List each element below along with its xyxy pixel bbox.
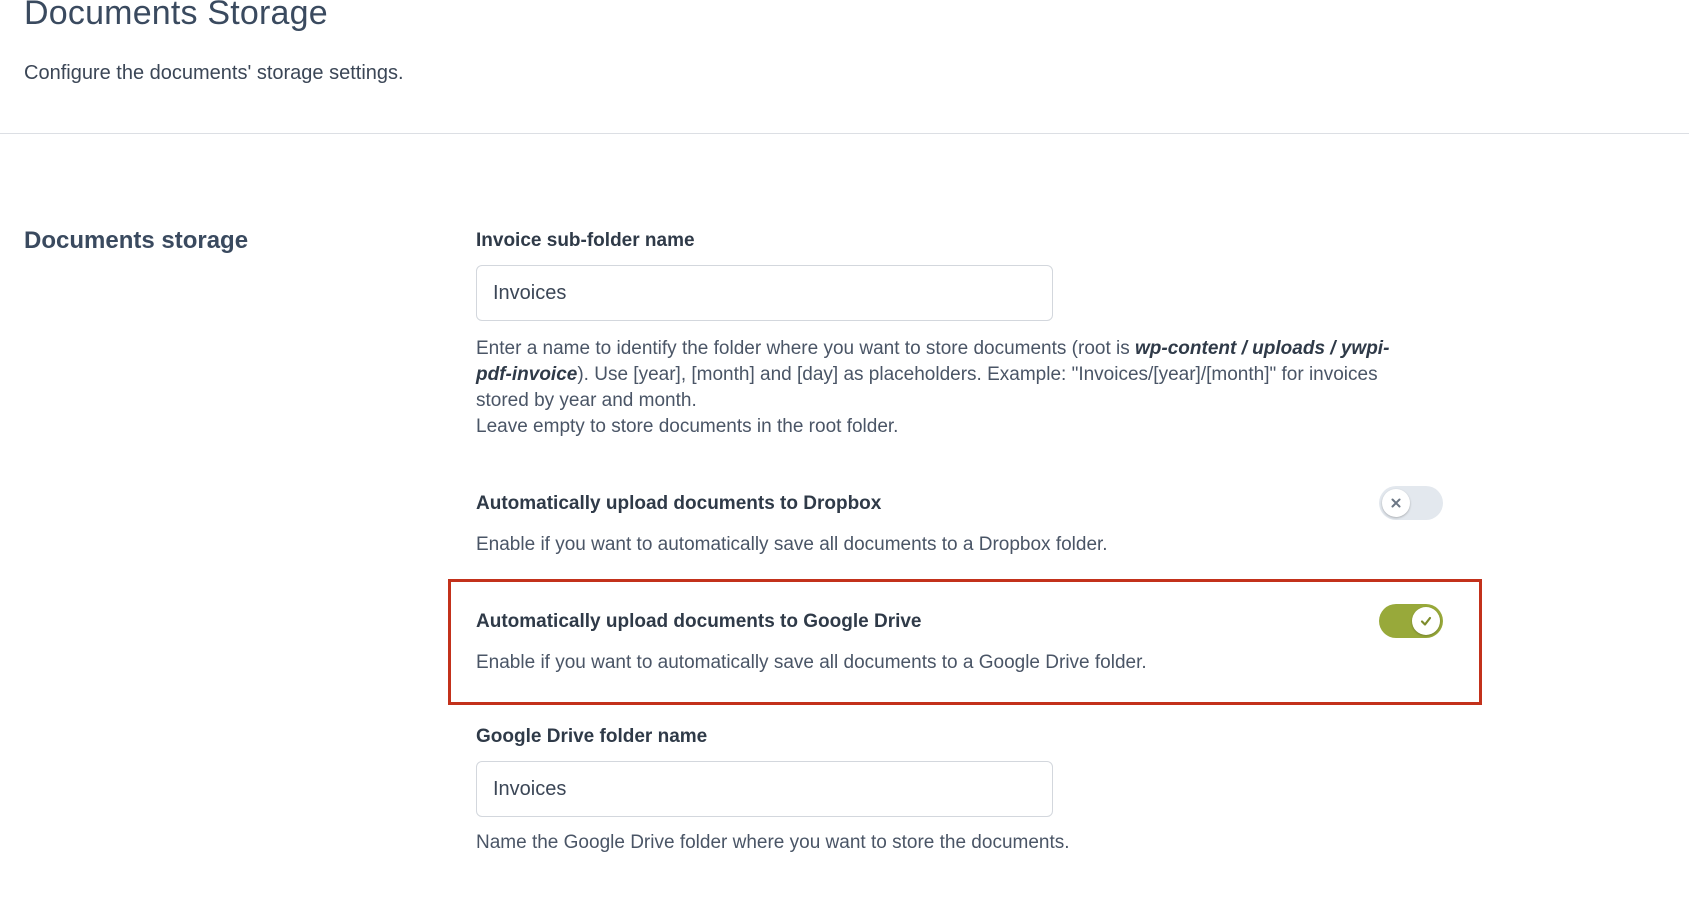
- invoice-folder-help: Enter a name to identify the folder wher…: [476, 336, 1456, 440]
- close-icon: [1391, 498, 1401, 508]
- section-title: Documents storage: [24, 227, 249, 254]
- google-drive-folder-help: Name the Google Drive folder where you w…: [476, 832, 1070, 853]
- invoice-folder-help-text-3: stored by year and month.: [476, 390, 697, 411]
- google-drive-upload-help: Enable if you want to automatically save…: [476, 652, 1147, 673]
- toggle-knob: [1412, 607, 1440, 635]
- invoice-folder-root-path-2: pdf-invoice: [476, 364, 578, 385]
- page-subtitle: Configure the documents' storage setting…: [24, 62, 404, 84]
- page-title: Documents Storage: [24, 0, 328, 32]
- dropbox-upload-label: Automatically upload documents to Dropbo…: [476, 493, 882, 514]
- dropbox-upload-help: Enable if you want to automatically save…: [476, 534, 1108, 555]
- google-drive-highlight-box: [448, 579, 1482, 705]
- invoice-folder-label: Invoice sub-folder name: [476, 230, 695, 251]
- google-drive-upload-label: Automatically upload documents to Google…: [476, 611, 922, 632]
- invoice-folder-help-text-1: Enter a name to identify the folder wher…: [476, 338, 1136, 359]
- invoice-folder-root-path-1: wp-content / uploads / ywpi-: [1135, 338, 1390, 359]
- invoice-folder-help-text-4: Leave empty to store documents in the ro…: [476, 416, 899, 437]
- dropbox-upload-toggle[interactable]: [1379, 486, 1443, 520]
- invoice-folder-help-text-2: ). Use [year], [month] and [day] as plac…: [577, 364, 1378, 385]
- google-drive-folder-input[interactable]: [476, 761, 1053, 817]
- check-icon: [1420, 616, 1432, 626]
- invoice-folder-input[interactable]: [476, 265, 1053, 321]
- header-divider: [0, 133, 1689, 134]
- google-drive-folder-label: Google Drive folder name: [476, 726, 708, 747]
- google-drive-upload-toggle[interactable]: [1379, 604, 1443, 638]
- toggle-knob: [1382, 489, 1410, 517]
